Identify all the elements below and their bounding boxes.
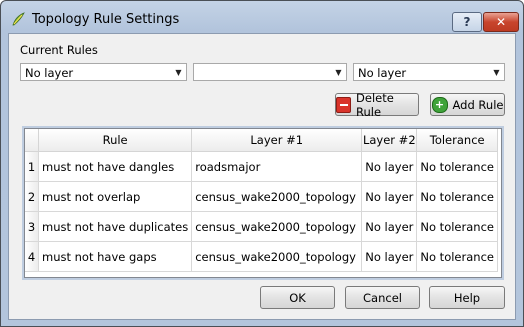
layer2-select-value: No layer (358, 66, 407, 80)
delete-icon (336, 96, 352, 113)
column-header-rule[interactable]: Rule (38, 129, 193, 152)
table-row[interactable]: 1 must not have dangles roadsmajor No la… (25, 151, 498, 182)
column-header-layer1[interactable]: Layer #1 (191, 129, 363, 152)
close-icon[interactable]: ✕ (483, 12, 519, 32)
cell-tolerance[interactable]: No tolerance (416, 241, 498, 272)
column-header-tolerance[interactable]: Tolerance (416, 129, 498, 152)
delete-rule-label: Delete Rule (356, 90, 394, 119)
rule-select[interactable]: ▼ (193, 63, 347, 81)
cell-layer1[interactable]: roadsmajor (191, 151, 363, 182)
dialog-body: Current Rules No layer ▼ ▼ No layer ▼ De… (8, 33, 516, 320)
cell-tolerance[interactable]: No tolerance (416, 211, 498, 242)
cell-rule[interactable]: must not have gaps (38, 241, 193, 272)
add-icon: + (431, 96, 448, 113)
table-corner (25, 129, 39, 152)
chevron-down-icon: ▼ (335, 67, 342, 77)
cancel-label: Cancel (363, 290, 402, 305)
cell-layer2[interactable]: No layer (361, 151, 418, 182)
layer1-select[interactable]: No layer ▼ (20, 63, 187, 81)
ok-label: OK (289, 290, 306, 305)
window-title: Topology Rule Settings (32, 12, 180, 27)
rules-table[interactable]: Rule Layer #1 Layer #2 Tolerance 1 must … (24, 128, 502, 278)
cell-rule[interactable]: must not have duplicates (38, 211, 193, 242)
row-number[interactable]: 2 (25, 181, 39, 212)
table-row[interactable]: 2 must not overlap census_wake2000_topol… (25, 181, 498, 212)
ok-button[interactable]: OK (260, 286, 335, 309)
help-label: Help (453, 290, 481, 305)
current-rules-label: Current Rules (20, 43, 98, 57)
help-button[interactable]: Help (429, 286, 505, 309)
cell-layer2[interactable]: No layer (361, 241, 418, 272)
cell-layer1[interactable]: census_wake2000_topology (191, 181, 363, 212)
chevron-down-icon: ▼ (175, 67, 182, 77)
cell-tolerance[interactable]: No tolerance (416, 151, 498, 182)
column-header-layer2[interactable]: Layer #2 (361, 129, 418, 152)
row-number[interactable]: 3 (25, 211, 39, 242)
add-rule-label: Add Rule (452, 97, 504, 112)
add-rule-button[interactable]: + Add Rule (430, 93, 505, 116)
row-number[interactable]: 4 (25, 241, 39, 272)
table-header-row: Rule Layer #1 Layer #2 Tolerance (25, 129, 498, 152)
row-number[interactable]: 1 (25, 151, 39, 182)
cancel-button[interactable]: Cancel (345, 286, 420, 309)
cell-rule[interactable]: must not have dangles (38, 151, 193, 182)
layer1-select-value: No layer (25, 66, 74, 80)
help-icon[interactable]: ? (452, 12, 482, 32)
chevron-down-icon: ▼ (493, 67, 500, 77)
dialog-window: Topology Rule Settings ? ✕ Current Rules… (0, 0, 524, 327)
cell-layer2[interactable]: No layer (361, 211, 418, 242)
cell-rule[interactable]: must not overlap (38, 181, 193, 212)
cell-layer1[interactable]: census_wake2000_topology (191, 241, 363, 272)
table-row[interactable]: 4 must not have gaps census_wake2000_top… (25, 241, 498, 272)
cell-layer1[interactable]: census_wake2000_topology (191, 211, 363, 242)
qgis-logo-icon (12, 12, 25, 26)
cell-tolerance[interactable]: No tolerance (416, 181, 498, 212)
table-row[interactable]: 3 must not have duplicates census_wake20… (25, 211, 498, 242)
cell-layer2[interactable]: No layer (361, 181, 418, 212)
delete-rule-button[interactable]: Delete Rule (335, 90, 419, 119)
layer2-select[interactable]: No layer ▼ (353, 63, 505, 81)
